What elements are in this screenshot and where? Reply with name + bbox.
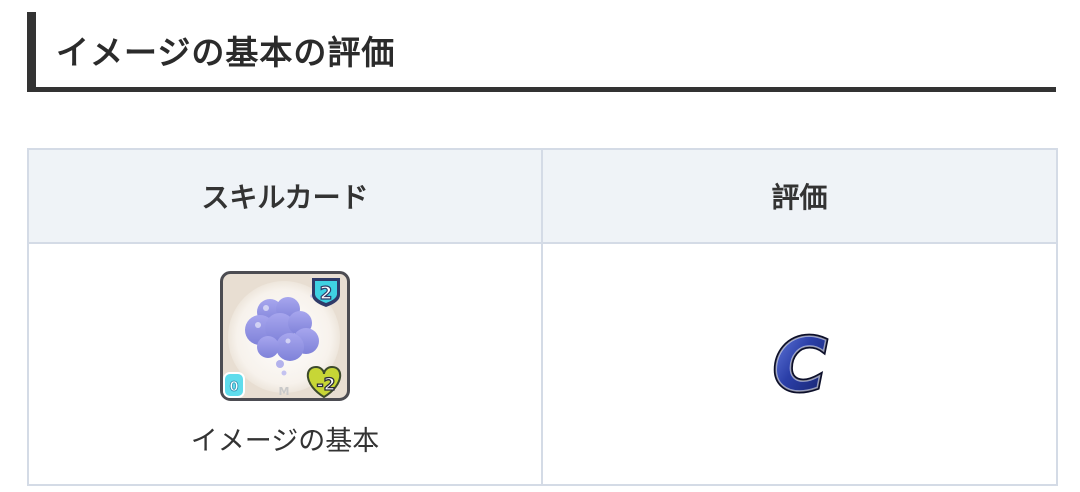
skill-card-name: イメージの基本 [190,425,380,457]
evaluation-table: スキルカード 評価 2 0 M -2 イメージの基本 C C [27,148,1058,486]
grade-c-icon: C C [771,328,829,400]
lavender-clouds-skill-card-icon: 2 0 M -2 [220,270,350,401]
evaluation-cell: C C [541,242,1058,486]
svg-text:M: M [279,385,290,398]
table-row: 2 0 M -2 イメージの基本 C C [27,242,1058,486]
column-header-evaluation: 評価 [541,148,1058,244]
svg-text:C: C [773,328,826,400]
table-header-row: スキルカード 評価 [27,148,1058,244]
skill-card-cell: 2 0 M -2 イメージの基本 [27,242,543,486]
svg-text:0: 0 [229,380,238,395]
section-heading: イメージの基本の評価 [27,12,1056,92]
svg-text:2: 2 [320,283,333,304]
column-header-skill-card: スキルカード [27,148,543,244]
svg-text:-2: -2 [317,375,336,395]
section-title: イメージの基本の評価 [56,33,396,72]
